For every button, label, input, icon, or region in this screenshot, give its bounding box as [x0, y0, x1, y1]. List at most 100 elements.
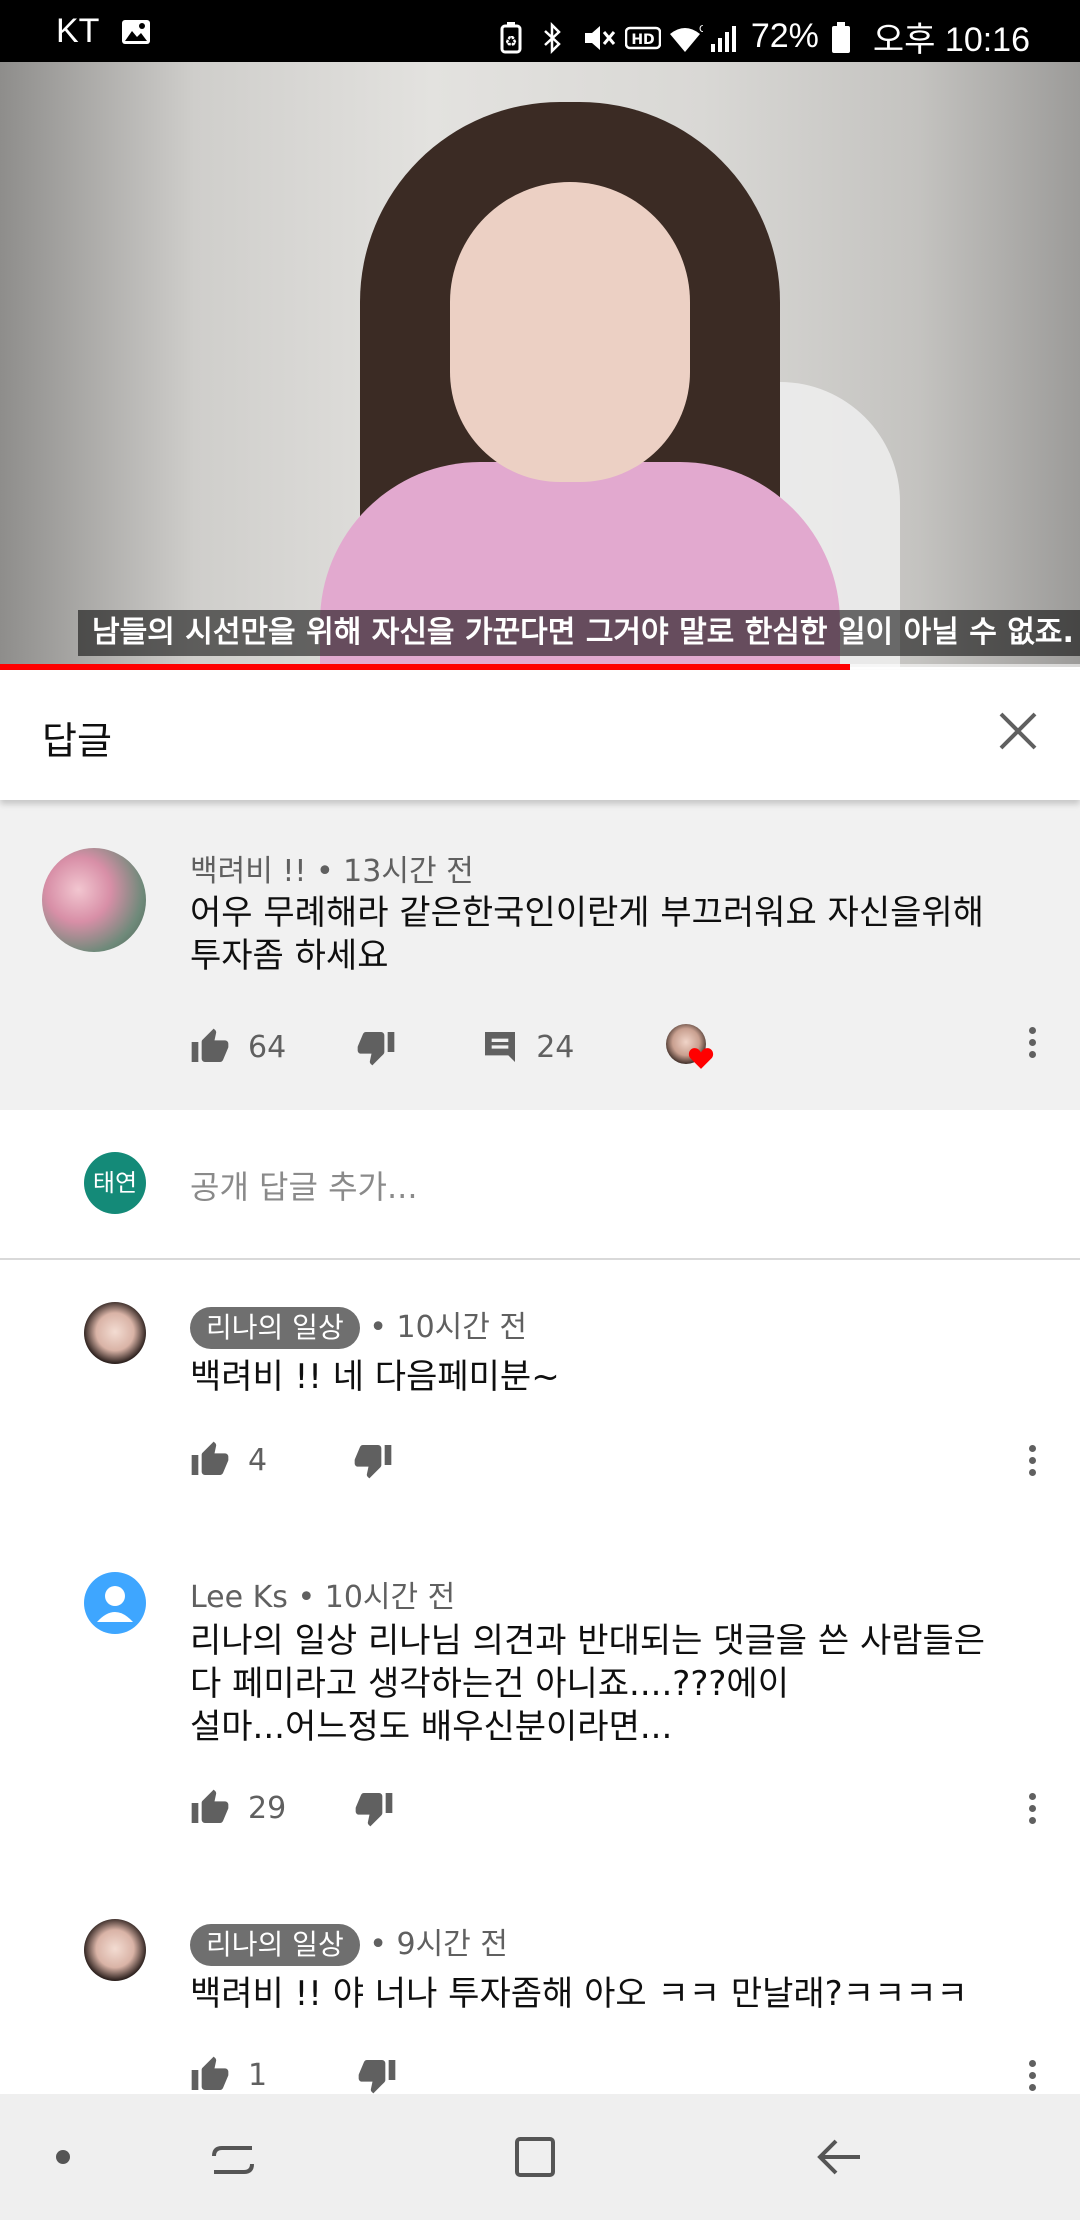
- creator-author-chip[interactable]: 리나의 일상: [190, 1924, 360, 1966]
- thumbs-down-icon: [358, 2060, 396, 2094]
- thumbs-down-icon: [357, 1032, 395, 1066]
- comment-actions: 64 24: [190, 1022, 716, 1072]
- panel-title: 답글: [42, 719, 112, 763]
- more-vertical-icon: [1022, 1445, 1042, 1476]
- reply-meta: Lee Ks • 10시간 전: [190, 1572, 455, 1616]
- system-navigation-bar: [0, 2094, 1080, 2220]
- like-count: 1: [248, 2057, 268, 2093]
- more-options-button[interactable]: [1022, 2055, 1042, 2094]
- battery-saver-icon: ♻: [499, 21, 529, 53]
- reply-count: 24: [536, 1029, 575, 1065]
- home-button[interactable]: [510, 2132, 560, 2186]
- meta-separator: •: [369, 1927, 397, 1962]
- add-reply-input[interactable]: 공개 답글 추가...: [190, 1162, 418, 1208]
- current-user-avatar: 태연: [84, 1152, 146, 1214]
- replies-panel-header: 답글: [0, 670, 1080, 800]
- reply-actions: 29: [190, 1788, 394, 1828]
- reply-text-line: 설마...어느정도 배우신분이라면...: [190, 1707, 673, 1747]
- wifi-icon: G: [667, 22, 707, 52]
- parent-comment: 백려비 !! • 13시간 전 어우 무례해라 같은한국인이란게 부끄러워요 자…: [0, 800, 1080, 1110]
- comment-text-line: 투자좀 하세요: [190, 936, 389, 976]
- reply-author-avatar[interactable]: [84, 1572, 146, 1634]
- battery-icon: [831, 21, 861, 53]
- reply-author-avatar[interactable]: [84, 1302, 146, 1364]
- more-vertical-icon: [1022, 1793, 1042, 1824]
- bluetooth-icon: [541, 21, 571, 54]
- thumbs-up-icon: [191, 1441, 229, 1475]
- reply-author-avatar[interactable]: [84, 1919, 146, 1981]
- hd-icon: HD: [624, 22, 662, 52]
- like-button[interactable]: 1: [190, 2055, 267, 2094]
- reply-meta: 리나의 일상 • 10시간 전: [190, 1302, 527, 1349]
- thumbs-down-icon: [354, 1445, 392, 1479]
- comment-time: 13시간 전: [343, 854, 474, 889]
- dislike-button[interactable]: [354, 1788, 394, 1828]
- thumbs-up-icon: [191, 1789, 229, 1823]
- reply-actions: 4: [190, 1440, 393, 1480]
- svg-text:G: G: [699, 24, 703, 35]
- mute-icon: [583, 22, 615, 52]
- reply-text: 백려비 !! 야 너나 투자좀해 아오 ㅋㅋ 만날래?ㅋㅋㅋㅋ: [190, 1973, 1050, 2016]
- video-subtitle: 남들의 시선만을 위해 자신을 가꾼다면 그거야 말로 한심한 일이 아닐 수 …: [78, 610, 1080, 656]
- carrier-label: KT: [56, 12, 100, 50]
- like-button[interactable]: 29: [190, 1788, 286, 1828]
- gallery-icon: [121, 17, 151, 47]
- reply-item: Lee Ks • 10시간 전 리나의 일상 리나님 의견과 반대되는 댓글을 …: [0, 1560, 1080, 1905]
- reply-time: 10시간 전: [396, 1310, 527, 1345]
- battery-percent: 72%: [750, 17, 819, 55]
- comment-author[interactable]: 백려비 !!: [190, 854, 306, 889]
- creator-heart: [666, 1022, 716, 1072]
- meta-separator: •: [297, 1580, 325, 1615]
- creator-author-chip[interactable]: 리나의 일상: [190, 1307, 360, 1349]
- reply-count-button[interactable]: 24: [480, 1027, 574, 1067]
- reply-text: 백려비 !! 네 다음페미분~: [190, 1356, 1050, 1399]
- like-count: 64: [248, 1029, 287, 1065]
- add-reply-row: 태연 공개 답글 추가...: [0, 1110, 1080, 1260]
- close-button[interactable]: [993, 706, 1043, 756]
- reply-text: 리나의 일상 리나님 의견과 반대되는 댓글을 쓴 사람들은 다 페미라고 생각…: [190, 1620, 1050, 1749]
- home-icon: [515, 2137, 555, 2177]
- svg-text:♻: ♻: [505, 34, 518, 50]
- reply-time: 10시간 전: [324, 1580, 456, 1615]
- more-options-button[interactable]: [1022, 1788, 1042, 1838]
- meta-separator: •: [369, 1310, 397, 1345]
- dislike-button[interactable]: [356, 1027, 396, 1067]
- reply-actions: 1: [190, 2055, 397, 2094]
- thumbs-up-icon: [191, 1028, 229, 1062]
- comment-text: 어우 무례해라 같은한국인이란게 부끄러워요 자신을위해 투자좀 하세요: [190, 892, 1050, 978]
- thumbs-down-icon: [355, 1793, 393, 1827]
- reply-item: 리나의 일상 • 9시간 전 백려비 !! 야 너나 투자좀해 아오 ㅋㅋ 만날…: [0, 1905, 1080, 2094]
- reply-text-line: 리나의 일상 리나님 의견과 반대되는 댓글을 쓴 사람들은: [190, 1621, 986, 1661]
- reply-text-line: 다 페미라고 생각하는건 아니죠....???에이: [190, 1664, 789, 1704]
- close-icon: [999, 712, 1037, 750]
- recent-apps-icon: [212, 2146, 254, 2174]
- reply-text-line: 백려비 !! 네 다음페미분~: [190, 1357, 560, 1397]
- default-user-icon: [97, 1586, 133, 1622]
- video-player[interactable]: 남들의 시선만을 위해 자신을 가꾼다면 그거야 말로 한심한 일이 아닐 수 …: [0, 62, 1080, 667]
- back-button[interactable]: [812, 2132, 866, 2186]
- like-count: 29: [248, 1790, 287, 1826]
- back-arrow-icon: [817, 2139, 860, 2175]
- like-button[interactable]: 4: [190, 1440, 267, 1480]
- recent-apps-button[interactable]: [208, 2134, 258, 2188]
- comment-meta: 백려비 !! • 13시간 전: [190, 846, 474, 890]
- status-bar: KT ♻ HD G 72% 오후 10:16: [0, 0, 1080, 62]
- clock: 오후 10:16: [872, 21, 1030, 59]
- dislike-button[interactable]: [353, 1440, 393, 1480]
- more-vertical-icon: [1022, 1027, 1042, 1058]
- video-frame-face: [450, 182, 690, 482]
- reply-meta: 리나의 일상 • 9시간 전: [190, 1919, 508, 1966]
- dislike-button[interactable]: [357, 2055, 397, 2094]
- like-button[interactable]: 64: [190, 1027, 286, 1067]
- author-avatar[interactable]: [42, 848, 146, 952]
- more-options-button[interactable]: [1022, 1440, 1042, 1490]
- more-options-button[interactable]: [1022, 1022, 1042, 1072]
- like-count: 4: [248, 1442, 268, 1478]
- reply-text-line: 백려비 !! 야 너나 투자좀해 아오 ㅋㅋ 만날래?ㅋㅋㅋㅋ: [190, 1974, 968, 2014]
- comment-text-line: 어우 무례해라 같은한국인이란게 부끄러워요 자신을위해: [190, 893, 984, 933]
- svg-text:HD: HD: [631, 32, 654, 48]
- reply-author[interactable]: Lee Ks: [190, 1580, 288, 1615]
- comment-icon: [485, 1032, 516, 1062]
- reply-time: 9시간 전: [396, 1927, 508, 1962]
- heart-icon: [689, 1048, 714, 1069]
